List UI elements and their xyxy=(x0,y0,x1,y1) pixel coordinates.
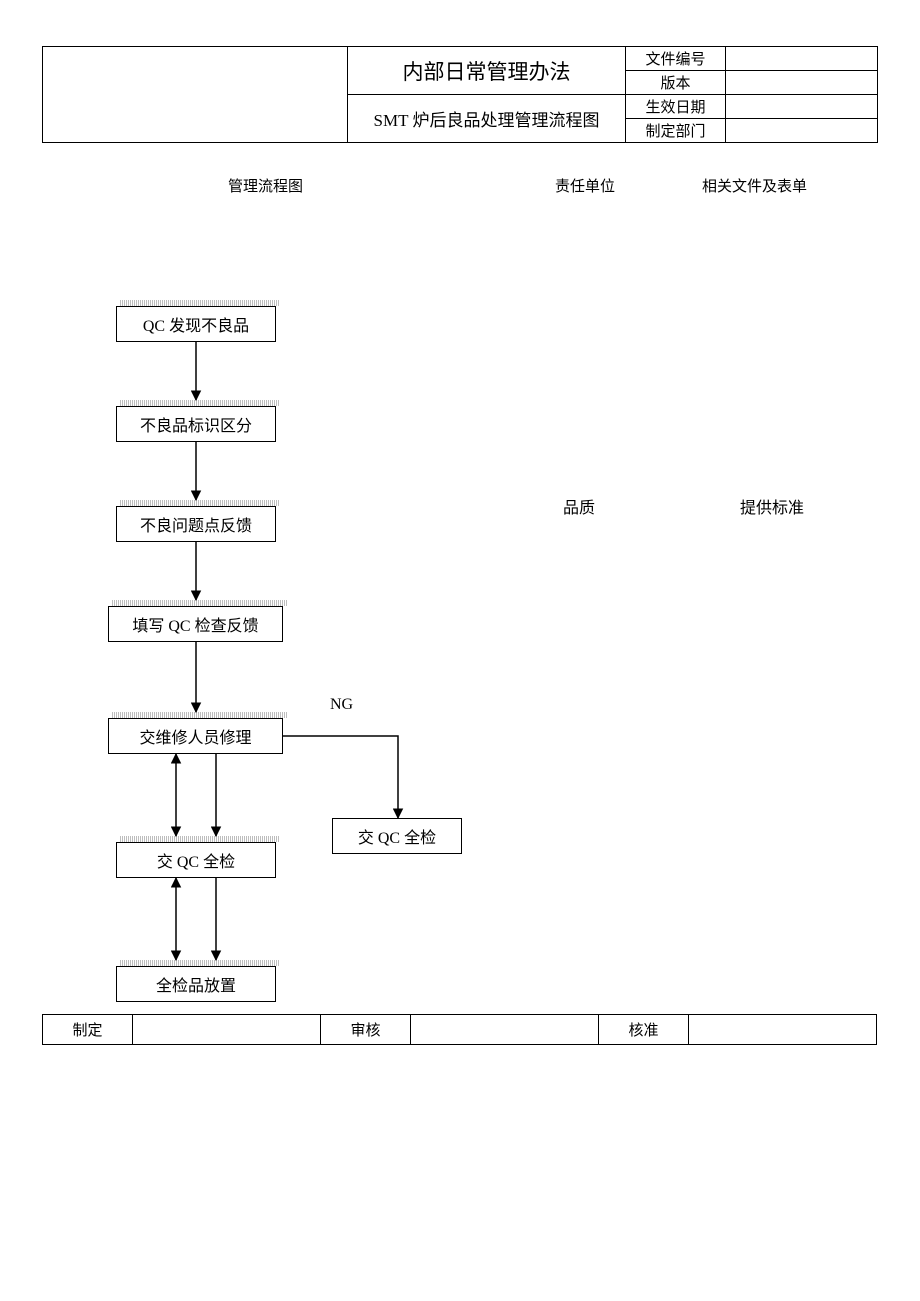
flow-step4: 填写 QC 检查反馈 xyxy=(108,606,283,642)
footer-label-review: 审核 xyxy=(321,1015,411,1045)
flow-step8: 交 QC 全检 xyxy=(332,818,462,854)
flow-label-ng: NG xyxy=(330,696,353,714)
footer-label-approve: 核准 xyxy=(599,1015,689,1045)
footer-value-review xyxy=(411,1015,599,1045)
footer-table: 制定 审核 核准 xyxy=(42,1014,877,1045)
flow-step3: 不良问题点反馈 xyxy=(116,506,276,542)
footer-value-make xyxy=(133,1015,321,1045)
footer-label-make: 制定 xyxy=(43,1015,133,1045)
flow-step6: 交 QC 全检 xyxy=(116,842,276,878)
flow-step2: 不良品标识区分 xyxy=(116,406,276,442)
footer-value-approve xyxy=(689,1015,877,1045)
flow-step7: 全检品放置 xyxy=(116,966,276,1002)
flowchart: QC 发现不良品 不良品标识区分 不良问题点反馈 填写 QC 检查反馈 交维修人… xyxy=(0,0,920,1301)
flow-step1: QC 发现不良品 xyxy=(116,306,276,342)
flow-step5: 交维修人员修理 xyxy=(108,718,283,754)
